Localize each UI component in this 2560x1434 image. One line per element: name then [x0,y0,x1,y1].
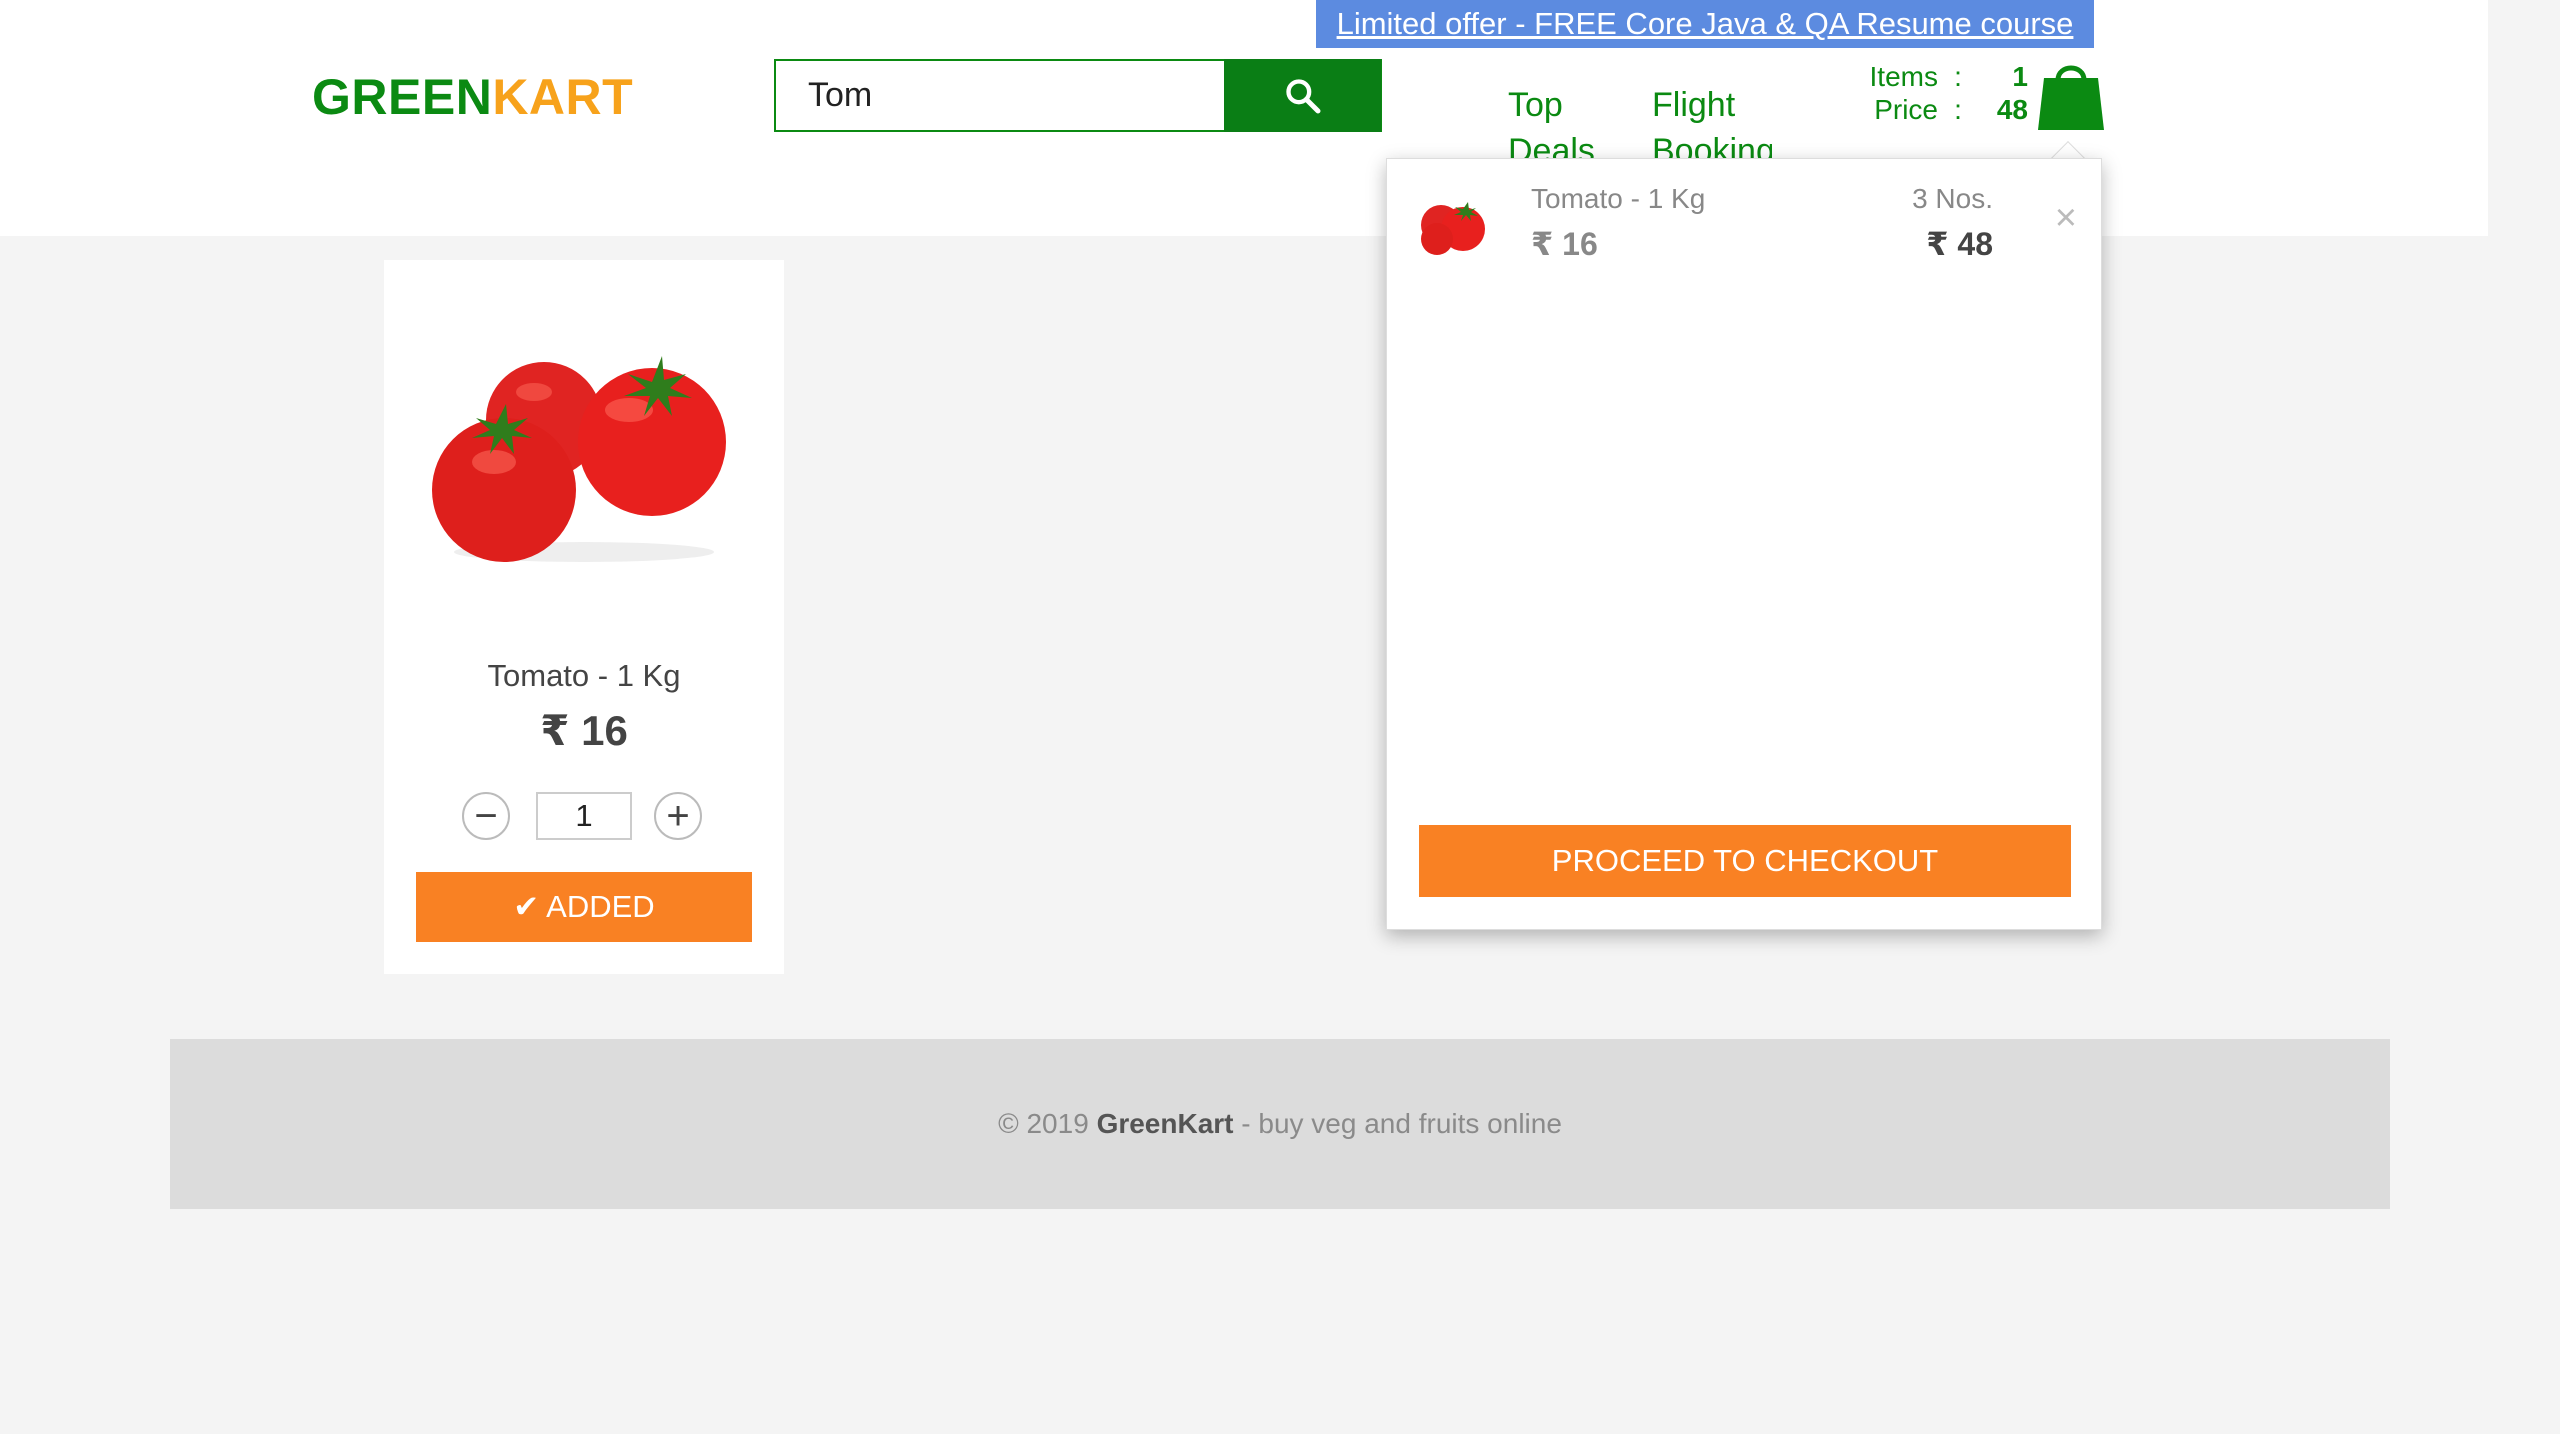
cart-item-amount: ₹ 48 [1926,226,1993,262]
cart-items-row: Items : 1 [1848,60,2028,93]
footer: © 2019 GreenKart - buy veg and fruits on… [170,1039,2390,1209]
cart-summary: Items : 1 Price : 48 [1848,60,2028,126]
brand-logo-green: GREEN [312,69,493,125]
promo-link[interactable]: Limited offer - FREE Core Java & QA Resu… [1316,0,2094,48]
footer-copyright: © 2019 [998,1108,1089,1139]
search-button[interactable] [1224,59,1381,132]
cart-bag-icon[interactable] [2036,58,2106,132]
items-label: Items [1869,61,1938,92]
increment-button[interactable]: + [654,792,702,840]
page: Limited offer - FREE Core Java & QA Resu… [0,0,2560,1434]
decrement-button[interactable]: − [462,792,510,840]
items-separator: : [1954,61,1962,92]
nav-flight-booking[interactable]: Flight Booking [1652,82,1772,162]
quantity-input[interactable] [536,792,632,840]
header: Limited offer - FREE Core Java & QA Resu… [0,0,2488,236]
brand-logo-kart: KART [492,69,634,125]
cart-item-name: Tomato - 1 Kg [1531,183,1706,214]
nav-top-deals[interactable]: Top Deals [1508,82,1628,162]
items-count: 1 [2012,61,2028,92]
add-to-cart-button[interactable]: ✔ ADDED [416,872,752,942]
cart-item-tomato-image [1421,202,1485,255]
cart-preview: Tomato - 1 Kg ₹ 16 3 Nos. ₹ 48 × PROCEED… [1386,158,2102,930]
product-price: ₹ 16 [540,707,628,754]
remove-item-icon[interactable]: × [2055,199,2077,237]
price-total: 48 [1996,94,2028,125]
tomato-image [432,356,726,562]
cart-price-row: Price : 48 [1848,93,2028,126]
search-icon [1285,78,1320,113]
proceed-to-checkout-button[interactable]: PROCEED TO CHECKOUT [1419,825,2071,897]
footer-tagline: - buy veg and fruits online [1241,1108,1562,1139]
price-label: Price [1874,94,1938,125]
cart-item-price: ₹ 16 [1531,226,1598,262]
price-separator: : [1954,94,1962,125]
brand-logo: GREENKART [312,68,633,126]
footer-brand: GreenKart [1096,1108,1234,1139]
product-card: Tomato - 1 Kg ₹ 16 − + ✔ ADDED [384,260,784,974]
cart-item-quantity: 3 Nos. [1912,183,1993,214]
product-name: Tomato - 1 Kg [487,658,681,693]
